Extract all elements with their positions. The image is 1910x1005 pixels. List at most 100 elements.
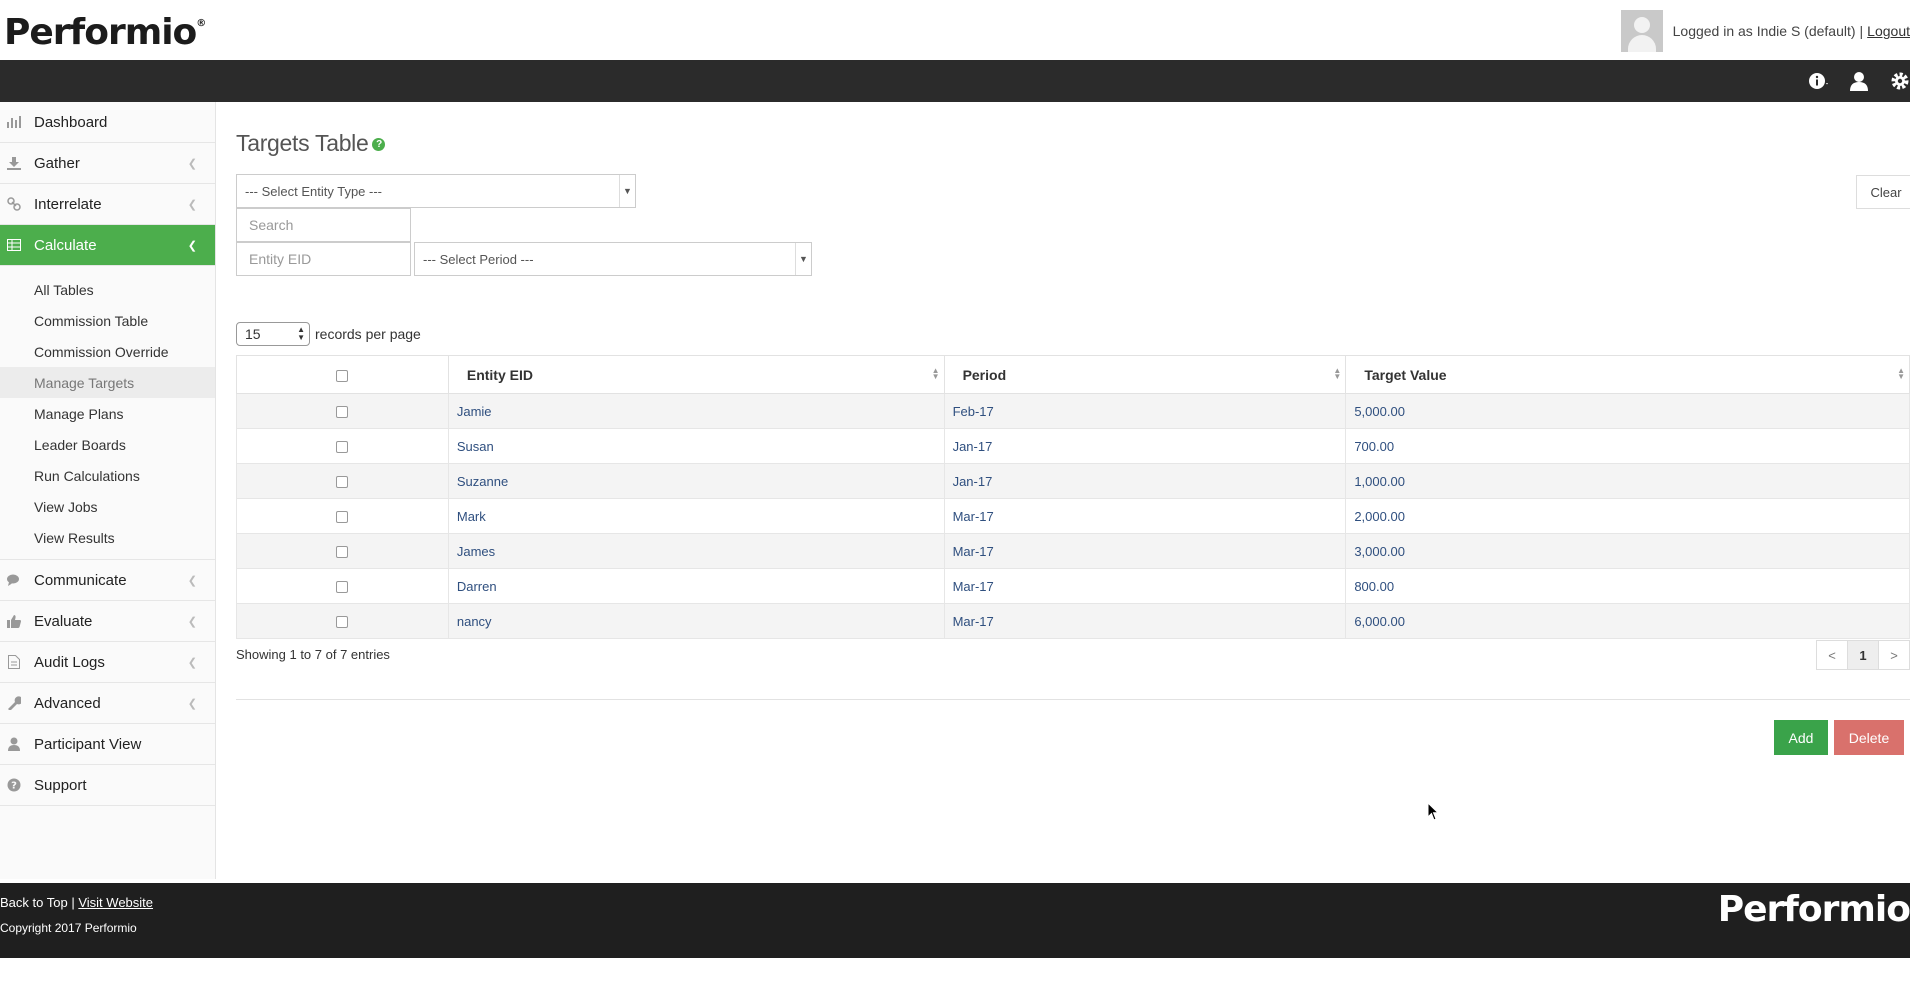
submenu-view-results[interactable]: View Results	[0, 522, 215, 553]
footer: Back to Top | Visit Website Copyright 20…	[0, 883, 1910, 958]
cell-value: 2,000.00	[1345, 498, 1910, 534]
submenu-run-calculations[interactable]: Run Calculations	[0, 460, 215, 491]
delete-button[interactable]: Delete	[1834, 720, 1904, 755]
cell-entity: Mark	[447, 498, 945, 534]
table-row[interactable]: Suzanne Jan-17 1,000.00	[236, 463, 1910, 499]
per-page-value: 15	[245, 326, 261, 342]
footer-separator: |	[71, 895, 75, 910]
period-select[interactable]: --- Select Period --- ▼	[414, 242, 812, 276]
targets-table: Entity EID ▲ ▼ Period ▲ ▼ Target Value ▲ ▼ Jam…	[236, 355, 1910, 639]
entity-type-select[interactable]: --- Select Entity Type --- ▼	[236, 174, 636, 208]
chevron-left-icon: ❮	[187, 657, 197, 669]
column-header-entity-eid[interactable]: Entity EID ▲ ▼	[447, 355, 945, 394]
chevron-left-icon: ❮	[187, 199, 197, 211]
avatar[interactable]	[1620, 10, 1663, 52]
cell-value: 700.00	[1345, 428, 1910, 464]
table-row[interactable]: nancy Mar-17 6,000.00	[236, 603, 1910, 639]
cell-value: 3,000.00	[1345, 533, 1910, 569]
chevron-left-icon: ❮	[187, 616, 197, 628]
table-row[interactable]: Susan Jan-17 700.00	[236, 428, 1910, 464]
row-select-cell	[236, 463, 449, 499]
table-row[interactable]: Darren Mar-17 800.00	[236, 568, 1910, 604]
column-header-period[interactable]: Period ▲ ▼	[943, 355, 1347, 394]
sidebar-item-label: Interrelate	[34, 195, 102, 213]
row-select-cell	[236, 498, 449, 534]
caret-down-icon: ▼	[795, 243, 811, 275]
cell-entity: nancy	[447, 603, 945, 639]
copyright-text: Copyright 2017 Performio	[0, 921, 137, 935]
row-checkbox[interactable]	[336, 511, 349, 524]
per-page-select[interactable]: 15 ▲ ▼	[236, 322, 310, 346]
cell-value: 5,000.00	[1345, 393, 1910, 429]
cell-entity: Suzanne	[447, 463, 945, 499]
table-row[interactable]: James Mar-17 3,000.00	[236, 533, 1910, 569]
user-icon	[6, 736, 22, 752]
submenu-view-jobs[interactable]: View Jobs	[0, 491, 215, 522]
sidebar-item-support[interactable]: ? Support	[0, 765, 215, 806]
sidebar-item-label: Evaluate	[34, 612, 93, 630]
sidebar-item-interrelate[interactable]: Interrelate ❮	[0, 184, 215, 225]
submenu-manage-targets[interactable]: Manage Targets	[0, 367, 215, 398]
table-row[interactable]: Jamie Feb-17 5,000.00	[236, 393, 1910, 429]
table-row[interactable]: Mark Mar-17 2,000.00	[236, 498, 1910, 534]
clear-button[interactable]: Clear	[1856, 175, 1910, 209]
info-icon[interactable]	[1808, 71, 1828, 91]
row-checkbox[interactable]	[336, 581, 349, 594]
sidebar-item-label: Participant View	[34, 735, 142, 753]
visit-website-link[interactable]: Visit Website	[78, 895, 153, 910]
row-select-cell	[236, 533, 449, 569]
search-input[interactable]	[236, 208, 411, 242]
sidebar-item-label: Audit Logs	[34, 653, 105, 671]
submenu-manage-plans[interactable]: Manage Plans	[0, 398, 215, 429]
pagination-page-1[interactable]: 1	[1847, 640, 1879, 670]
cell-value: 800.00	[1345, 568, 1910, 604]
user-icon[interactable]	[1850, 71, 1868, 91]
cell-period: Mar-17	[943, 603, 1347, 639]
pagination-next[interactable]: >	[1878, 640, 1910, 670]
sidebar-item-label: Support	[34, 776, 87, 794]
row-checkbox[interactable]	[336, 441, 349, 454]
file-icon	[6, 654, 22, 670]
sidebar-item-calculate[interactable]: Calculate ❮	[0, 225, 215, 266]
column-header-target-value[interactable]: Target Value ▲ ▼	[1345, 355, 1910, 394]
row-checkbox[interactable]	[336, 616, 349, 629]
chevron-left-icon: ❮	[187, 240, 197, 252]
top-header: Performio® Logged in as Indie S (default…	[0, 0, 1910, 60]
sort-icon: ▲ ▼	[931, 366, 940, 381]
submenu-all-tables[interactable]: All Tables	[0, 274, 215, 305]
row-checkbox[interactable]	[336, 546, 349, 559]
mouse-cursor-icon	[1427, 801, 1440, 825]
submenu-commission-table[interactable]: Commission Table	[0, 305, 215, 336]
bar-chart-icon	[6, 114, 22, 130]
pagination-prev[interactable]: <	[1816, 640, 1848, 670]
thumbs-up-icon	[6, 613, 22, 629]
cell-entity: James	[447, 533, 945, 569]
footer-links: Back to Top | Visit Website	[0, 895, 153, 910]
logout-link[interactable]: Logout	[1867, 23, 1910, 39]
gear-icon[interactable]	[1890, 71, 1910, 91]
add-button[interactable]: Add	[1774, 720, 1828, 755]
sidebar-item-dashboard[interactable]: Dashboard	[0, 102, 215, 143]
sidebar-item-communicate[interactable]: Communicate ❮	[0, 560, 215, 601]
row-checkbox[interactable]	[336, 406, 349, 419]
sidebar-item-participant-view[interactable]: Participant View	[0, 724, 215, 765]
row-checkbox[interactable]	[336, 476, 349, 489]
entity-eid-input[interactable]	[236, 242, 411, 276]
logged-in-text: Logged in as Indie S (default)	[1672, 23, 1856, 39]
select-all-checkbox[interactable]	[336, 369, 349, 382]
brand-logo[interactable]: Performio®	[4, 12, 206, 53]
submenu-leader-boards[interactable]: Leader Boards	[0, 429, 215, 460]
sidebar-item-label: Advanced	[34, 694, 101, 712]
table-info: Showing 1 to 7 of 7 entries	[236, 647, 390, 662]
sidebar-item-label: Gather	[34, 154, 80, 172]
sidebar-item-evaluate[interactable]: Evaluate ❮	[0, 601, 215, 642]
sidebar-item-advanced[interactable]: Advanced ❮	[0, 683, 215, 724]
divider	[236, 699, 1910, 700]
submenu-commission-override[interactable]: Commission Override	[0, 336, 215, 367]
back-to-top-link[interactable]: Back to Top	[0, 895, 68, 910]
cell-entity: Darren	[447, 568, 945, 604]
help-icon[interactable]: ?	[372, 138, 386, 152]
sidebar-item-gather[interactable]: Gather ❮	[0, 143, 215, 184]
row-select-cell	[236, 393, 449, 429]
sidebar-item-audit-logs[interactable]: Audit Logs ❮	[0, 642, 215, 683]
